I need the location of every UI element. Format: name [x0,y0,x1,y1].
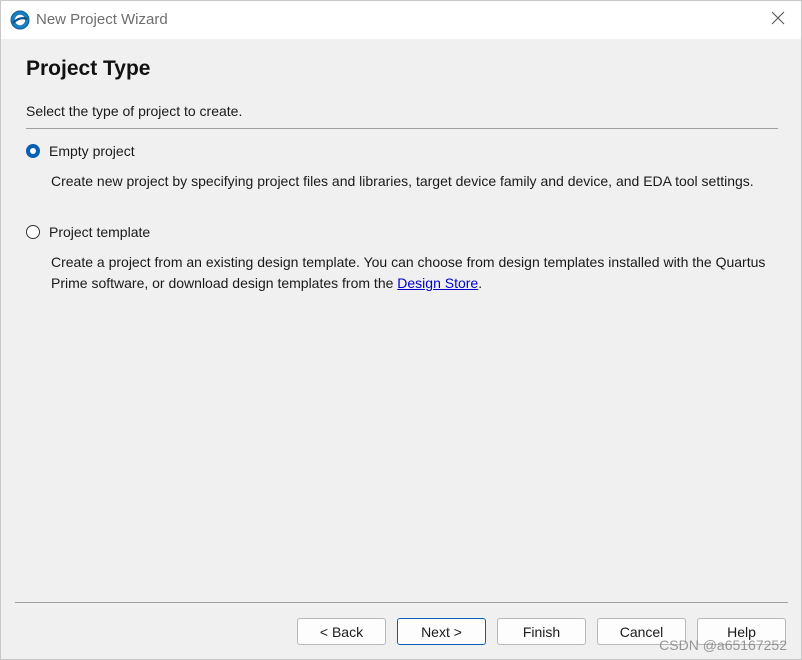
back-button[interactable]: < Back [297,618,386,645]
close-button[interactable] [755,1,801,39]
project-template-label[interactable]: Project template [49,224,150,240]
new-project-wizard-window: New Project Wizard Project Type Select t… [0,0,802,660]
description-end-punctuation: . [478,275,483,291]
empty-project-radio[interactable]: Empty project [26,141,135,161]
project-template-radio[interactable]: Project template [26,222,150,242]
title-bar[interactable]: New Project Wizard [1,1,801,39]
project-template-description: Create a project from an existing design… [51,252,771,294]
finish-button[interactable]: Finish [497,618,586,645]
footer-divider [15,602,788,603]
close-icon [771,11,785,30]
design-store-link[interactable]: Design Store [397,275,478,291]
window-title: New Project Wizard [36,11,168,28]
empty-project-description: Create new project by specifying project… [51,173,754,189]
empty-project-label[interactable]: Empty project [49,143,135,159]
next-button[interactable]: Next > [397,618,486,645]
page-subtitle: Select the type of project to create. [26,103,243,119]
radio-checked-indicator[interactable] [26,144,40,158]
radio-unchecked-indicator[interactable] [26,225,40,239]
page-title: Project Type [26,57,151,80]
quartus-app-icon [10,10,30,30]
csdn-watermark: CSDN @a65167252 [659,637,787,653]
header-divider [26,128,778,129]
